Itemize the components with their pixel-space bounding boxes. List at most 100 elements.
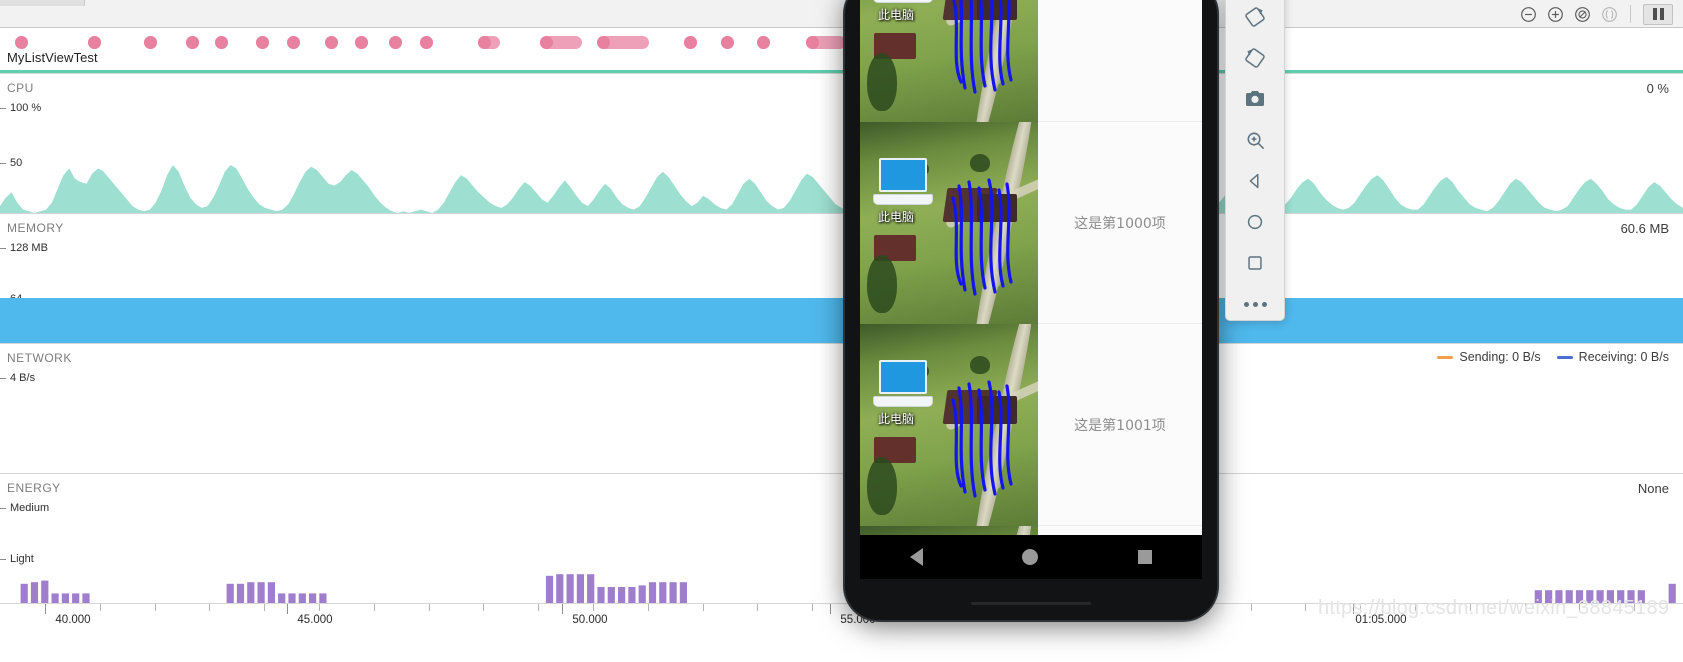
energy-bar: [648, 582, 657, 603]
time-tick-minor: [702, 604, 704, 611]
event-marker[interactable]: [325, 36, 338, 49]
window-toolbar: [0, 0, 1683, 28]
list-item[interactable]: 此电脑 这是第1000项: [860, 121, 1202, 324]
time-tick-major: [287, 604, 288, 614]
energy-bar: [587, 574, 595, 603]
time-tick-minor: [428, 604, 430, 611]
event-marker-dot: [420, 36, 433, 49]
event-marker[interactable]: [355, 36, 368, 49]
zoom-in-icon[interactable]: [1546, 5, 1564, 23]
event-marker[interactable]: [757, 36, 770, 49]
zoom-icon[interactable]: [1235, 124, 1275, 156]
sending-label: Sending: 0 B/s: [1459, 350, 1541, 364]
event-marker[interactable]: [420, 36, 433, 49]
more-icon[interactable]: [1235, 288, 1275, 320]
event-marker[interactable]: [389, 36, 402, 49]
time-tick-minor: [1579, 604, 1581, 611]
energy-bar: [597, 587, 605, 603]
event-marker[interactable]: [684, 36, 697, 49]
cpu-area-path: [0, 165, 1683, 213]
this-pc-label: 此电脑: [878, 7, 915, 22]
time-tick-minor: [1415, 604, 1416, 611]
event-marker[interactable]: [597, 36, 649, 49]
energy-bar: [1668, 583, 1676, 603]
event-marker[interactable]: [721, 36, 734, 49]
energy-bar: [51, 593, 59, 603]
window-tab-strip[interactable]: [0, 0, 85, 6]
time-tick-minor: [1250, 604, 1252, 611]
time-axis[interactable]: 40.000 45.000 50.000 55.000 01:05.000: [0, 603, 1683, 662]
keyboard-glyph: [873, 0, 933, 3]
blue-scribble: [951, 178, 1014, 296]
energy-bar: [1534, 590, 1542, 603]
attach-to-live-icon[interactable]: [1600, 5, 1618, 23]
event-marker[interactable]: [806, 36, 846, 49]
memory-axis-tick-max: 128 MB: [0, 242, 48, 254]
time-tick-major: [1353, 604, 1354, 614]
time-tick-minor: [264, 604, 266, 611]
pause-button[interactable]: [1643, 3, 1673, 25]
list-item-text: 这是第1001项: [1074, 417, 1166, 434]
event-marker[interactable]: [88, 36, 101, 49]
event-marker[interactable]: [256, 36, 269, 49]
list-item[interactable]: 此电脑 这是第1001项: [860, 323, 1202, 526]
pause-icon-bar-left: [1652, 8, 1657, 20]
energy-bar: [1545, 590, 1553, 603]
energy-bar: [247, 582, 255, 603]
toolbar-divider: [1630, 5, 1631, 23]
event-marker-dot: [325, 36, 338, 49]
energy-bar: [267, 582, 275, 603]
energy-bar: [576, 574, 584, 603]
rotate-right-icon[interactable]: [1235, 42, 1275, 74]
legend-item-sending: Sending: 0 B/s: [1437, 350, 1541, 364]
rotate-left-icon[interactable]: [1235, 1, 1275, 33]
android-navigation-bar[interactable]: [860, 535, 1202, 579]
nav-back-icon[interactable]: [909, 548, 923, 566]
event-marker-dot: [806, 36, 819, 49]
nav-home-icon[interactable]: [1022, 549, 1039, 565]
overview-icon[interactable]: [1235, 247, 1275, 279]
energy-bar: [628, 587, 636, 603]
energy-bar: [30, 582, 39, 603]
energy-bar: [669, 582, 677, 603]
zoom-out-icon[interactable]: [1519, 5, 1537, 23]
event-marker[interactable]: [215, 36, 228, 49]
network-monitor-section[interactable]: NETWORK 4 B/s Sending: 0 B/s Receiving: …: [0, 343, 1683, 473]
more-dots: [1243, 301, 1267, 307]
time-tick-label: 45.000: [297, 614, 333, 626]
decor-tree: [867, 254, 898, 313]
event-marker-dot: [88, 36, 101, 49]
time-tick-minor: [319, 604, 320, 611]
event-marker[interactable]: [478, 36, 500, 49]
event-marker[interactable]: [287, 36, 300, 49]
camera-icon[interactable]: [1235, 83, 1275, 115]
reset-zoom-icon[interactable]: [1573, 5, 1591, 23]
event-marker[interactable]: [144, 36, 157, 49]
home-icon[interactable]: [1235, 206, 1275, 238]
emulator-screen[interactable]: 此电脑此电脑这是第1000项此电脑这是第1001项此电脑: [860, 0, 1202, 550]
emulator-speaker-grille: [971, 602, 1091, 605]
event-marker[interactable]: [540, 36, 582, 49]
decor-tree: [970, 355, 991, 374]
back-icon[interactable]: [1235, 165, 1275, 197]
event-marker-dot: [355, 36, 368, 49]
memory-monitor-section[interactable]: MEMORY 60.6 MB 128 MB 64: [0, 213, 1683, 343]
energy-bar: [618, 587, 626, 603]
event-marker[interactable]: [186, 36, 199, 49]
energy-bar: [556, 574, 564, 603]
energy-monitor-section[interactable]: ENERGY None Medium Light: [0, 473, 1683, 603]
emulator-side-toolbar[interactable]: [1225, 0, 1285, 321]
android-emulator-window[interactable]: 此电脑此电脑这是第1000项此电脑这是第1001项此电脑: [845, 0, 1217, 620]
network-legend: Sending: 0 B/s Receiving: 0 B/s: [1437, 350, 1669, 364]
event-marker[interactable]: [15, 36, 28, 49]
energy-bar: [1586, 590, 1594, 603]
nav-recents-icon[interactable]: [1138, 550, 1153, 564]
time-tick-minor: [209, 604, 211, 611]
list-item[interactable]: 此电脑: [860, 0, 1202, 122]
energy-bar: [41, 580, 49, 603]
emulator-listview[interactable]: 此电脑此电脑这是第1000项此电脑这是第1001项此电脑: [860, 0, 1202, 550]
cpu-monitor-section[interactable]: CPU 0 % 100 % 50: [0, 73, 1683, 213]
list-item-thumbnail: 此电脑: [860, 0, 1038, 122]
event-marker-dot: [478, 36, 491, 49]
energy-bar: [1555, 590, 1563, 603]
